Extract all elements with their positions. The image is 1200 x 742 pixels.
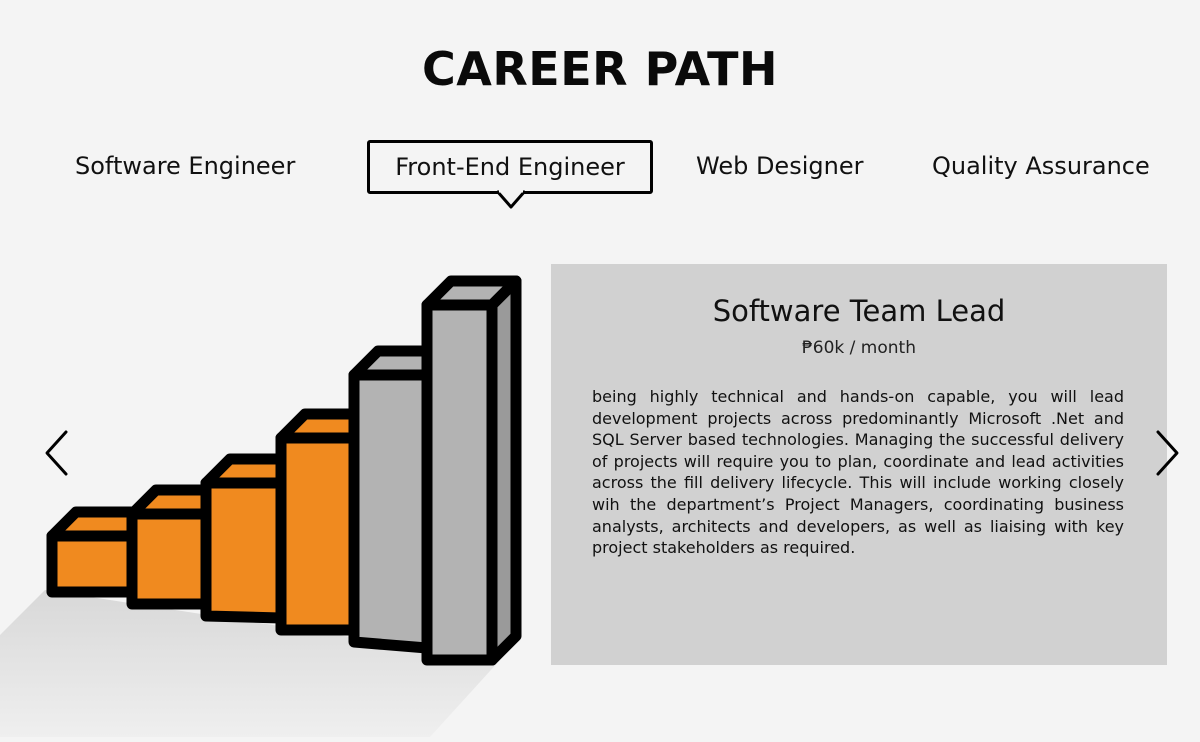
chevron-right-icon[interactable]	[1146, 428, 1186, 478]
staircase-bar-chart-icon	[0, 275, 522, 737]
tab-software-engineer[interactable]: Software Engineer	[75, 146, 295, 186]
role-title: Software Team Lead	[712, 294, 1006, 328]
page-title: CAREER PATH	[422, 42, 778, 96]
step-front-face	[275, 432, 360, 636]
role-info-card: Software Team Lead ₱60k / month being hi…	[551, 264, 1167, 665]
tab-web-designer[interactable]: Web Designer	[696, 146, 863, 186]
step-front-face	[348, 369, 433, 654]
step-side-face	[486, 275, 522, 666]
step-front-face	[200, 477, 287, 624]
chevron-left-icon[interactable]	[38, 428, 78, 478]
step-front-face	[46, 530, 138, 598]
tab-quality-assurance[interactable]: Quality Assurance	[932, 146, 1150, 186]
tab-pointer-icon	[496, 190, 526, 209]
tab-front-end-engineer[interactable]: Front-End Engineer	[367, 140, 653, 194]
step-front-face	[421, 299, 498, 666]
career-steps-illustration	[0, 240, 540, 737]
role-description: being highly technical and hands-on capa…	[592, 387, 1124, 558]
role-salary: ₱60k / month	[801, 338, 916, 358]
step-front-face	[126, 508, 212, 610]
